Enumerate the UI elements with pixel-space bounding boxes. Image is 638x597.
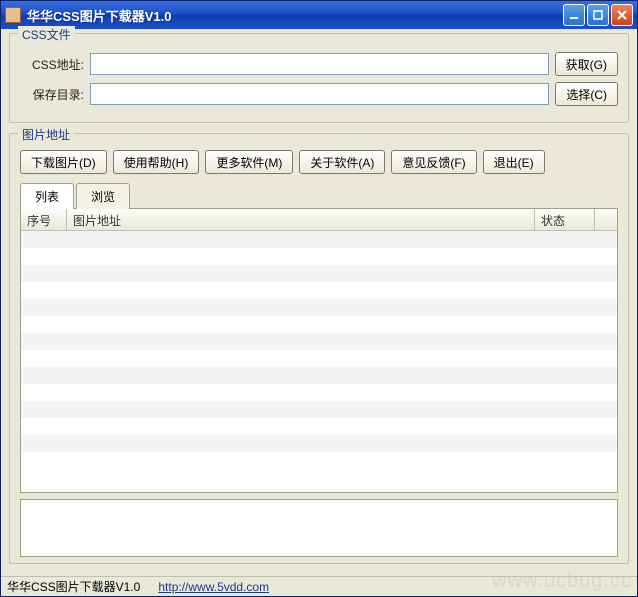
table-row[interactable] [21, 316, 617, 333]
table-row[interactable] [21, 299, 617, 316]
about-button[interactable]: 关于软件(A) [299, 150, 385, 174]
table-row[interactable] [21, 231, 617, 248]
table-row[interactable] [21, 350, 617, 367]
tab-list[interactable]: 列表 [20, 183, 74, 209]
table-row[interactable] [21, 282, 617, 299]
css-url-row: CSS地址: 获取(G) [20, 52, 618, 76]
window-title: 华华CSS图片下载器V1.0 [27, 6, 563, 25]
content-area: CSS文件 CSS地址: 获取(G) 保存目录: 选择(C) 图片地址 下载图片… [1, 29, 637, 576]
action-toolbar: 下载图片(D) 使用帮助(H) 更多软件(M) 关于软件(A) 意见反馈(F) … [20, 150, 618, 174]
table-row[interactable] [21, 265, 617, 282]
image-group-title: 图片地址 [18, 126, 74, 143]
status-app-name: 华华CSS图片下载器V1.0 [7, 578, 140, 595]
css-url-label: CSS地址: [20, 56, 84, 73]
table-row[interactable] [21, 435, 617, 452]
minimize-button[interactable] [563, 4, 585, 26]
col-seq[interactable]: 序号 [21, 209, 67, 230]
table-row[interactable] [21, 418, 617, 435]
window-controls [563, 4, 633, 26]
app-window: 华华CSS图片下载器V1.0 CSS文件 CSS地址: 获取(G) 保存目录: [0, 0, 638, 597]
close-icon [616, 9, 628, 21]
maximize-icon [592, 9, 604, 21]
table-row[interactable] [21, 384, 617, 401]
status-link[interactable]: http://www.5vdd.com [158, 580, 269, 594]
minimize-icon [568, 9, 580, 21]
save-dir-input[interactable] [90, 83, 549, 105]
download-button[interactable]: 下载图片(D) [20, 150, 107, 174]
choose-button[interactable]: 选择(C) [555, 82, 618, 106]
titlebar[interactable]: 华华CSS图片下载器V1.0 [1, 1, 637, 29]
exit-button[interactable]: 退出(E) [483, 150, 545, 174]
css-file-group: CSS文件 CSS地址: 获取(G) 保存目录: 选择(C) [9, 33, 629, 123]
close-button[interactable] [611, 4, 633, 26]
table-row[interactable] [21, 367, 617, 384]
log-area [20, 499, 618, 557]
css-group-title: CSS文件 [18, 26, 75, 43]
help-button[interactable]: 使用帮助(H) [113, 150, 200, 174]
save-dir-row: 保存目录: 选择(C) [20, 82, 618, 106]
status-bar: 华华CSS图片下载器V1.0 http://www.5vdd.com [1, 576, 637, 596]
app-icon [5, 7, 21, 23]
table-row[interactable] [21, 333, 617, 350]
col-url[interactable]: 图片地址 [67, 209, 535, 230]
col-status[interactable]: 状态 [535, 209, 595, 230]
table-body[interactable] [21, 231, 617, 492]
css-url-input[interactable] [90, 53, 549, 75]
maximize-button[interactable] [587, 4, 609, 26]
table-row[interactable] [21, 248, 617, 265]
table-row[interactable] [21, 401, 617, 418]
save-dir-label: 保存目录: [20, 86, 84, 103]
feedback-button[interactable]: 意见反馈(F) [391, 150, 476, 174]
table-row[interactable] [21, 452, 617, 469]
image-url-group: 图片地址 下载图片(D) 使用帮助(H) 更多软件(M) 关于软件(A) 意见反… [9, 133, 629, 564]
tab-strip: 列表 浏览 [20, 183, 618, 209]
tab-browse[interactable]: 浏览 [76, 183, 130, 209]
table-header: 序号 图片地址 状态 [21, 209, 617, 231]
get-button[interactable]: 获取(G) [555, 52, 618, 76]
list-panel: 序号 图片地址 状态 [20, 208, 618, 493]
col-end [595, 209, 617, 230]
more-software-button[interactable]: 更多软件(M) [205, 150, 293, 174]
